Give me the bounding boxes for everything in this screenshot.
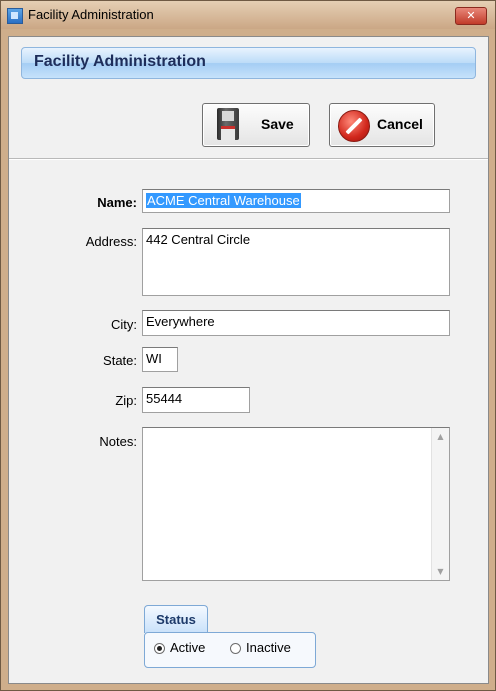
status-group-header: Status (144, 605, 208, 633)
status-group: Active Inactive (144, 632, 316, 668)
status-group-label: Status (156, 612, 196, 627)
app-window: Facility Administration ✕ Facility Admin… (0, 0, 496, 691)
title-bar[interactable]: Facility Administration ✕ (1, 1, 495, 29)
toolbar-divider (9, 158, 488, 160)
state-label: State: (103, 353, 137, 368)
notes-label: Notes: (99, 434, 137, 449)
city-label: City: (111, 317, 137, 332)
name-field[interactable]: ACME Central Warehouse (142, 189, 450, 213)
name-field-value: ACME Central Warehouse (146, 193, 301, 208)
close-button[interactable]: ✕ (455, 7, 487, 25)
address-label: Address: (85, 234, 137, 249)
scroll-down-arrow-icon[interactable]: ▼ (432, 563, 449, 580)
floppy-disk-icon (217, 108, 239, 140)
address-field[interactable]: 442 Central Circle (142, 228, 450, 296)
scroll-up-arrow-icon[interactable]: ▲ (432, 428, 449, 445)
window-title: Facility Administration (28, 7, 154, 22)
cancel-button[interactable]: Cancel (329, 103, 435, 147)
status-inactive-radio[interactable] (230, 643, 241, 654)
form-panel: Facility Administration Save Cancel Name… (8, 36, 489, 684)
city-field[interactable]: Everywhere (142, 310, 450, 336)
notes-field-value (143, 428, 449, 434)
status-active-label[interactable]: Active (170, 640, 205, 655)
save-button-label: Save (261, 116, 294, 132)
state-field[interactable]: WI (142, 347, 178, 372)
notes-scrollbar[interactable]: ▲ ▼ (431, 428, 449, 580)
status-inactive-label[interactable]: Inactive (246, 640, 291, 655)
header-bar: Facility Administration (21, 47, 476, 79)
notes-field[interactable]: ▲ ▼ (142, 427, 450, 581)
page-title: Facility Administration (34, 53, 206, 70)
app-icon (7, 8, 23, 24)
no-entry-icon (338, 110, 370, 142)
status-active-radio[interactable] (154, 643, 165, 654)
name-label: Name: (97, 195, 137, 210)
cancel-button-label: Cancel (377, 116, 423, 132)
zip-field[interactable]: 55444 (142, 387, 250, 413)
save-button[interactable]: Save (202, 103, 310, 147)
zip-label: Zip: (115, 393, 137, 408)
